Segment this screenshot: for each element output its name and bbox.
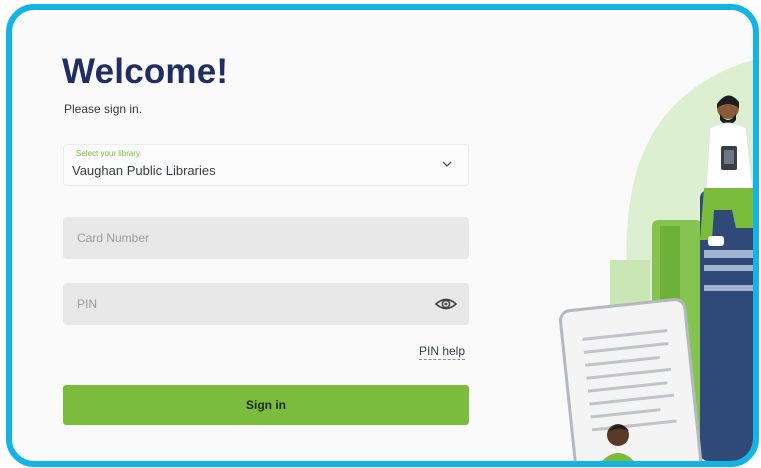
book-stripe-2 [704,265,753,271]
eye-icon[interactable] [435,296,457,312]
subtitle: Please sign in. [64,102,143,116]
book-stripe-3 [704,285,753,291]
chevron-down-icon [442,161,452,167]
page-title: Welcome! [62,52,229,91]
pin-field [63,283,469,325]
reading-illustration [558,60,753,461]
document-page [558,298,703,461]
card-number-input[interactable] [63,217,469,259]
pin-help-link[interactable]: PIN help [419,344,466,360]
library-select-caption: Select your library [76,149,141,158]
book-stripe-1 [704,250,753,258]
login-card: Welcome! Please sign in. Select your lib… [6,4,759,467]
pin-input[interactable] [63,283,469,325]
library-select-value: Vaughan Public Libraries [72,163,216,178]
library-select[interactable]: Select your library Vaughan Public Libra… [63,144,469,186]
card-number-field [63,217,469,259]
sign-in-button[interactable]: Sign in [63,385,469,425]
